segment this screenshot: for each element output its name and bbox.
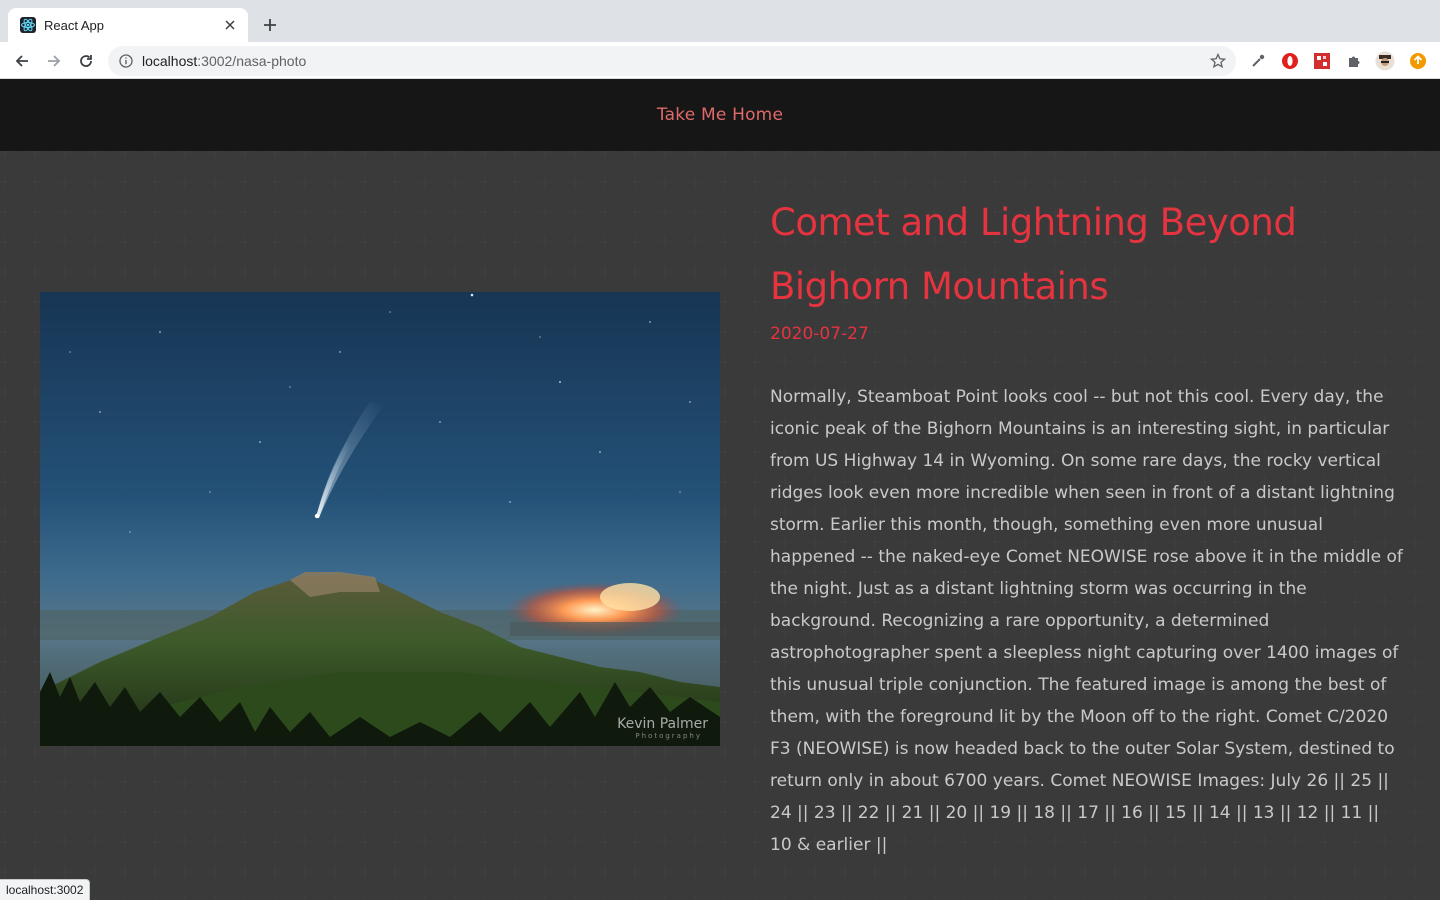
- red-puzzle-icon[interactable]: [1311, 50, 1333, 72]
- eyedropper-icon[interactable]: [1247, 50, 1269, 72]
- browser-toolbar: localhost:3002/nasa-photo: [0, 42, 1440, 79]
- plus-icon: [264, 19, 276, 31]
- avatar-icon[interactable]: [1374, 50, 1396, 72]
- photo-watermark: Kevin Palmer: [617, 716, 708, 732]
- url-host: localhost: [142, 53, 198, 69]
- browser-tab[interactable]: React App: [8, 8, 248, 42]
- status-bar-url: localhost:3002: [0, 879, 91, 900]
- photo-watermark-sub: Photography: [635, 732, 702, 740]
- orange-update-icon[interactable]: [1407, 50, 1429, 72]
- back-arrow-icon: [15, 55, 28, 67]
- new-tab-button[interactable]: [259, 14, 281, 36]
- reload-button[interactable]: [73, 48, 99, 74]
- close-icon[interactable]: [222, 17, 238, 33]
- puzzle-icon[interactable]: [1343, 50, 1365, 72]
- url-path: :3002/nasa-photo: [197, 53, 307, 69]
- info-icon[interactable]: [118, 53, 134, 69]
- page-content: Take Me Home Kevin Palmer Photography Co…: [0, 79, 1440, 900]
- opera-icon[interactable]: [1279, 50, 1301, 72]
- apod-date: 2020-07-27: [770, 324, 869, 344]
- apod-explanation: Normally, Steamboat Point looks cool -- …: [770, 387, 1403, 855]
- forward-button[interactable]: [41, 48, 67, 74]
- address-bar[interactable]: localhost:3002/nasa-photo: [108, 46, 1236, 76]
- react-logo-icon: [20, 17, 36, 33]
- take-me-home-link[interactable]: Take Me Home: [657, 105, 783, 125]
- apod-title: Comet and Lightning Beyond Bighorn Mount…: [770, 201, 1297, 308]
- tab-title: React App: [44, 17, 104, 33]
- reload-icon: [80, 55, 92, 67]
- apod-image: Kevin Palmer Photography: [40, 292, 720, 746]
- tab-strip: React App: [0, 0, 1440, 42]
- back-button[interactable]: [9, 48, 35, 74]
- navbar: Take Me Home: [0, 79, 1440, 151]
- star-icon[interactable]: [1208, 51, 1228, 71]
- forward-arrow-icon: [48, 55, 61, 67]
